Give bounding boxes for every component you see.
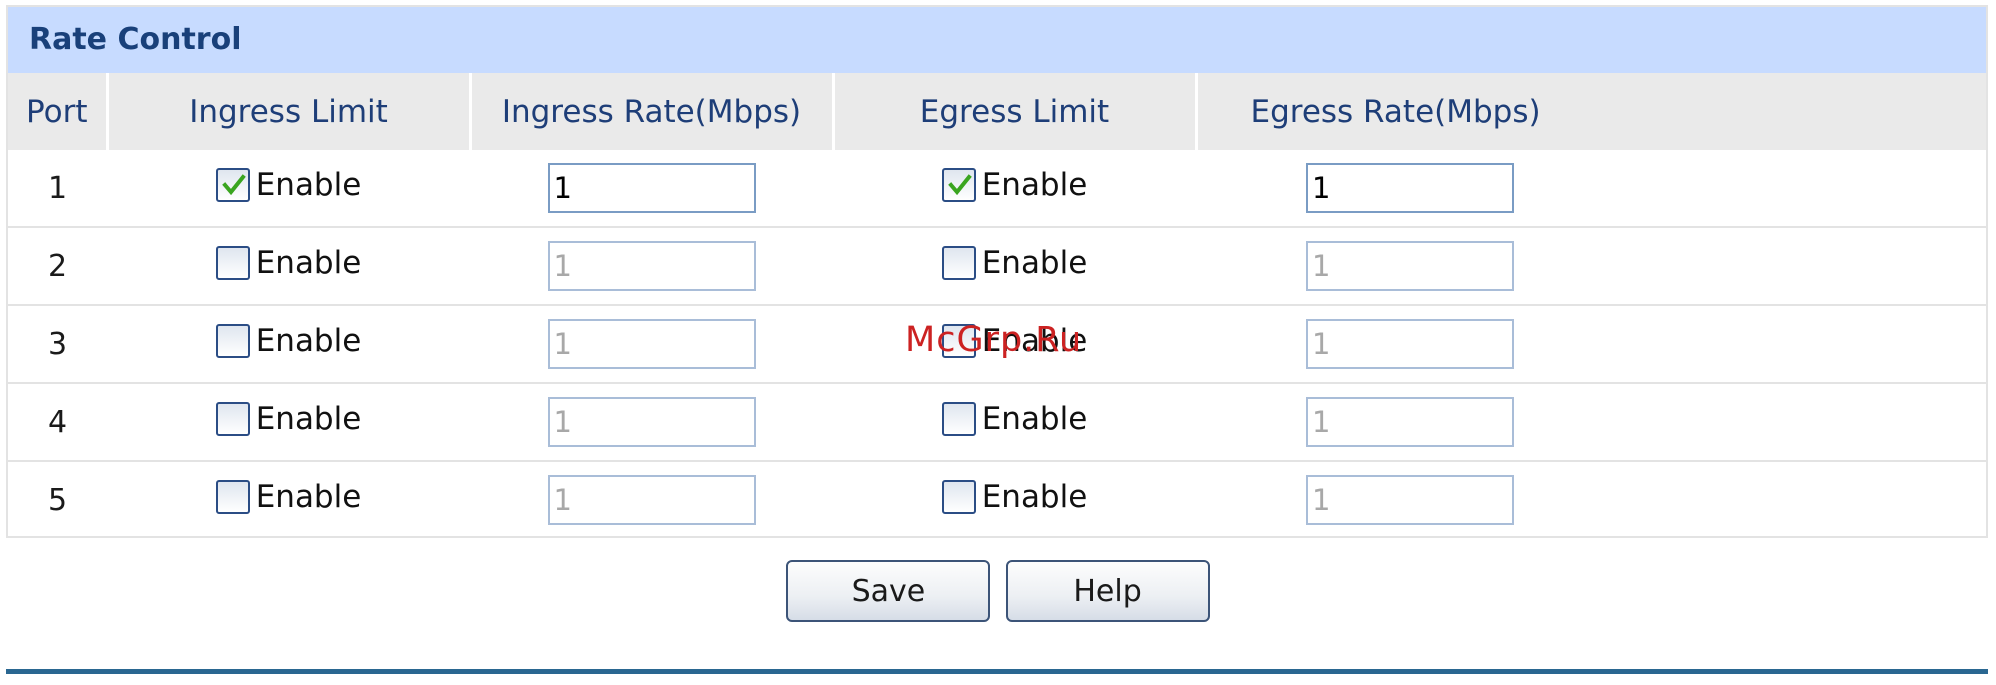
ingress-limit-label: Enable: [255, 166, 362, 203]
watermark-text: McGrp.Ru: [905, 320, 1083, 360]
egress-limit-toggle[interactable]: Enable: [941, 400, 1088, 437]
button-row: Save Help: [0, 560, 1996, 622]
port-number: 1: [8, 150, 107, 228]
egress-rate-input[interactable]: [1306, 241, 1514, 291]
egress-limit-label: Enable: [981, 166, 1088, 203]
egress-rate-input[interactable]: [1306, 319, 1514, 369]
port-number: 3: [8, 305, 107, 384]
ingress-limit-cell: Enable: [107, 227, 470, 306]
header-ingress-limit: Ingress Limit: [105, 73, 470, 150]
panel-title: Rate Control: [29, 22, 242, 57]
egress-limit-label: Enable: [981, 244, 1088, 281]
egress-rate-cell: [1196, 227, 1986, 306]
egress-limit-toggle[interactable]: Enable: [941, 166, 1088, 203]
ingress-rate-cell: [470, 461, 833, 538]
egress-limit-cell: Enable: [833, 461, 1196, 538]
ingress-limit-label: Enable: [255, 478, 362, 515]
ingress-limit-cell: Enable: [107, 305, 470, 384]
egress-limit-checkbox[interactable]: [941, 245, 976, 280]
ingress-limit-toggle[interactable]: Enable: [215, 244, 362, 281]
ingress-rate-input[interactable]: [547, 241, 756, 291]
ingress-limit-cell: Enable: [107, 150, 470, 228]
ingress-limit-checkbox[interactable]: [215, 479, 250, 514]
egress-rate-cell: [1196, 383, 1986, 462]
bottom-divider: [6, 669, 1988, 674]
egress-limit-cell: Enable: [833, 383, 1196, 462]
egress-rate-cell: [1196, 150, 1986, 228]
egress-rate-input[interactable]: [1306, 475, 1514, 525]
ingress-limit-cell: Enable: [107, 383, 470, 462]
ingress-limit-label: Enable: [255, 244, 362, 281]
ingress-limit-toggle[interactable]: Enable: [215, 166, 362, 203]
ingress-limit-checkbox[interactable]: [215, 245, 250, 280]
header-egress-limit: Egress Limit: [831, 73, 1196, 150]
rate-control-panel: Rate Control Port Ingress Limit Ingress …: [6, 5, 1988, 538]
egress-limit-checkbox[interactable]: [941, 401, 976, 436]
egress-rate-input[interactable]: [1306, 163, 1514, 213]
ingress-limit-checkbox[interactable]: [215, 323, 250, 358]
save-button[interactable]: Save: [786, 560, 991, 622]
ingress-limit-toggle[interactable]: Enable: [215, 322, 362, 359]
ingress-limit-checkbox[interactable]: [215, 167, 250, 202]
ingress-limit-toggle[interactable]: Enable: [215, 400, 362, 437]
egress-limit-label: Enable: [981, 400, 1088, 437]
table-row: 4 Enable Enable: [8, 383, 1986, 462]
ingress-rate-cell: [470, 305, 833, 384]
table-row: 5 Enable Enable: [8, 461, 1986, 538]
egress-limit-checkbox[interactable]: [941, 479, 976, 514]
egress-rate-cell: [1196, 305, 1986, 384]
egress-limit-cell: Enable: [833, 227, 1196, 306]
port-number: 4: [8, 383, 107, 462]
port-number: 2: [8, 227, 107, 306]
ingress-rate-input[interactable]: [547, 163, 756, 213]
table-row: 1 Enable Enable: [8, 150, 1986, 228]
egress-rate-cell: [1196, 461, 1986, 538]
ingress-rate-input[interactable]: [547, 319, 756, 369]
help-button[interactable]: Help: [1005, 560, 1210, 622]
egress-limit-toggle[interactable]: Enable: [941, 478, 1088, 515]
ingress-limit-cell: Enable: [107, 461, 470, 538]
ingress-limit-toggle[interactable]: Enable: [215, 478, 362, 515]
egress-limit-checkbox[interactable]: [941, 167, 976, 202]
header-egress-rate: Egress Rate(Mbps): [1194, 73, 1986, 150]
rate-control-table: Port Ingress Limit Ingress Rate(Mbps) Eg…: [8, 73, 1986, 538]
table-header-row: Port Ingress Limit Ingress Rate(Mbps) Eg…: [8, 73, 1986, 150]
ingress-limit-label: Enable: [255, 322, 362, 359]
ingress-rate-cell: [470, 383, 833, 462]
ingress-rate-cell: [470, 227, 833, 306]
egress-limit-cell: Enable: [833, 150, 1196, 228]
egress-limit-toggle[interactable]: Enable: [941, 244, 1088, 281]
port-number: 5: [47, 482, 68, 518]
egress-limit-label: Enable: [981, 478, 1088, 515]
ingress-limit-label: Enable: [255, 400, 362, 437]
header-port: Port: [8, 73, 107, 150]
header-ingress-rate: Ingress Rate(Mbps): [468, 73, 833, 150]
ingress-limit-checkbox[interactable]: [215, 401, 250, 436]
panel-title-bar: Rate Control: [8, 7, 1986, 73]
ingress-rate-cell: [470, 150, 833, 228]
ingress-rate-input[interactable]: [547, 475, 756, 525]
ingress-rate-input[interactable]: [547, 397, 756, 447]
table-row: 2 Enable Enable: [8, 227, 1986, 306]
egress-rate-input[interactable]: [1306, 397, 1514, 447]
